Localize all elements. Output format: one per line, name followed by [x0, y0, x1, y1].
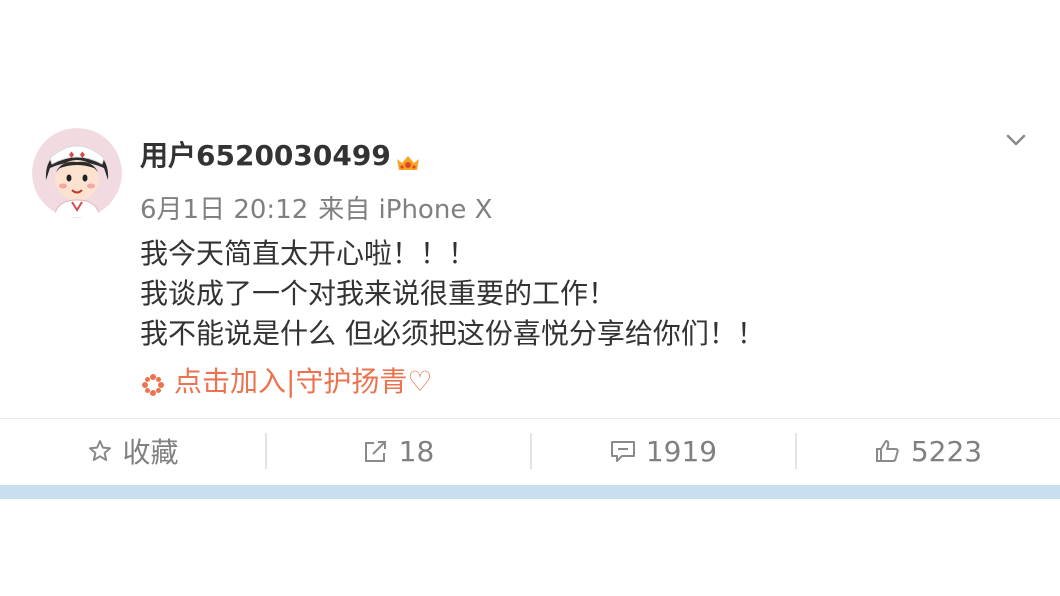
- comment-icon: [610, 441, 635, 462]
- username[interactable]: 用户6520030499: [140, 138, 391, 174]
- repost-count: 18: [398, 434, 435, 468]
- repost-button[interactable]: 18: [265, 419, 530, 483]
- flower-icon: [140, 369, 166, 396]
- post-body-line: 我谈成了一个对我来说很重要的工作！: [140, 277, 617, 310]
- comment-button[interactable]: 1919: [530, 419, 795, 483]
- favorite-label: 收藏: [122, 436, 179, 469]
- topic-label[interactable]: 点击加入|守护扬青♡: [174, 362, 433, 402]
- topic-link[interactable]: 点击加入|守护扬青♡: [140, 362, 433, 402]
- bottom-band: [0, 485, 1060, 499]
- post-meta: 6月1日 20:12 来自 iPhone X: [140, 193, 502, 227]
- comment-count: 1919: [645, 434, 718, 468]
- action-bar: 收藏 18 1919 5223: [0, 419, 1060, 483]
- vip-badge-icon[interactable]: [395, 146, 421, 170]
- chevron-down-icon[interactable]: [1000, 124, 1032, 156]
- weibo-post: ♦ ♦ 用户6520030499 6月1日 20:12 来自 iPhone X …: [0, 0, 1060, 596]
- star-icon: [89, 440, 112, 461]
- avatar-illustration: ♦ ♦: [32, 128, 122, 218]
- like-count: 5223: [910, 434, 983, 468]
- avatar[interactable]: ♦ ♦: [32, 128, 122, 218]
- like-button[interactable]: 5223: [795, 419, 1060, 483]
- post-source: 来自 iPhone X: [318, 195, 493, 225]
- favorite-button[interactable]: 收藏: [0, 419, 265, 483]
- svg-text:♦ ♦: ♦ ♦: [68, 151, 87, 161]
- username-row: 用户6520030499: [140, 138, 421, 174]
- post-body-line: 我不能说是什么 但必须把这份喜悦分享给你们！！: [140, 317, 765, 350]
- post-time[interactable]: 6月1日 20:12: [140, 195, 308, 225]
- thumbs-up-icon: [875, 440, 899, 462]
- post-body-line: 我今天简直太开心啦！！！: [140, 237, 477, 270]
- share-icon: [364, 441, 386, 462]
- post-body: 我今天简直太开心啦！！！ 我谈成了一个对我来说很重要的工作！ 我不能说是什么 但…: [140, 234, 1040, 354]
